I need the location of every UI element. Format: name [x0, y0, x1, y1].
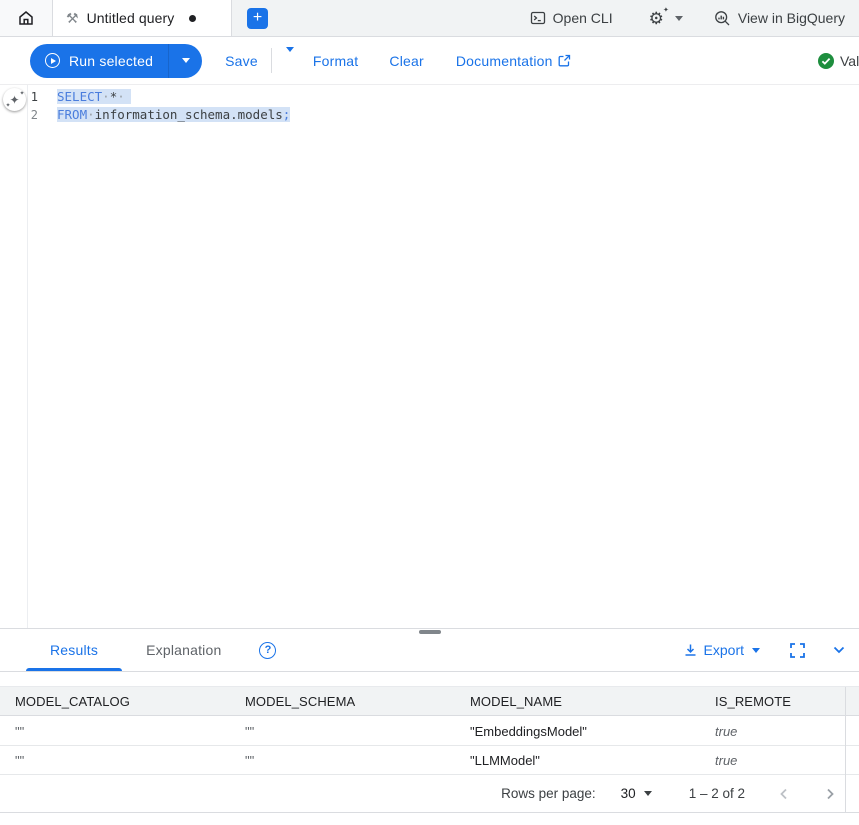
view-in-bigquery-label: View in BigQuery [738, 10, 845, 26]
sql-keyword: SELECT [57, 89, 102, 104]
collapse-panel-button[interactable] [832, 643, 846, 657]
home-button[interactable] [0, 0, 53, 36]
gear-icon: ⚙ ✦ [649, 10, 664, 27]
external-link-icon [558, 54, 571, 67]
rows-per-page-select[interactable]: 30 [621, 786, 652, 801]
code-line-2: 2 FROM·information_schema.models; [0, 106, 859, 124]
whitespace-dot: · [102, 89, 110, 104]
toolbar-divider [271, 48, 272, 73]
gutter-divider [27, 85, 28, 628]
view-in-bigquery-button[interactable]: View in BigQuery [714, 10, 845, 27]
query-valid-status: Valid [818, 37, 859, 85]
fullscreen-button[interactable] [790, 643, 805, 658]
active-tab-underline [26, 668, 122, 671]
panel-resize-handle[interactable] [419, 630, 441, 634]
code-line-1: 1 SELECT·*· [0, 88, 859, 106]
chevron-right-icon [823, 787, 837, 801]
play-icon [45, 53, 60, 68]
page-range-label: 1 – 2 of 2 [689, 786, 745, 801]
tab-bar-actions: Open CLI ⚙ ✦ View in BigQuery [530, 0, 859, 36]
tab-results-label: Results [50, 642, 98, 658]
sparkle-icon: ✦ [663, 7, 669, 14]
open-cli-button[interactable]: Open CLI [530, 10, 613, 26]
results-panel-header: Results Explanation ? Export [0, 628, 859, 672]
clear-button[interactable]: Clear [389, 53, 423, 69]
tab-explanation[interactable]: Explanation [122, 629, 245, 671]
results-tabs: Results Explanation [26, 629, 245, 671]
documentation-link[interactable]: Documentation [456, 53, 571, 69]
chevron-down-icon [675, 16, 683, 21]
query-tools-icon: ⚒ [66, 11, 79, 25]
chevron-down-icon [286, 47, 294, 69]
tab-bar: ⚒ Untitled query + Open CLI ⚙ ✦ [0, 0, 859, 37]
unsaved-dot-icon [189, 15, 196, 22]
code-area[interactable]: 1 SELECT·*· 2 FROM·information_schema.mo… [0, 88, 859, 124]
help-icon[interactable]: ? [259, 642, 276, 659]
bigquery-studio-window: ⚒ Untitled query + Open CLI ⚙ ✦ [0, 0, 859, 825]
chevron-left-icon [777, 787, 791, 801]
table-cell: true [700, 753, 859, 768]
export-label: Export [704, 642, 744, 658]
save-button[interactable]: Save [225, 53, 258, 69]
tab-untitled-query[interactable]: ⚒ Untitled query [53, 0, 232, 36]
gemini-sparkle-icon: ✦ ✦ ✦ [9, 94, 19, 106]
sql-keyword: FROM [57, 107, 87, 122]
table-row: """""EmbeddingsModel"true [0, 717, 859, 746]
tab-title: Untitled query [87, 10, 175, 26]
terminal-icon [530, 10, 546, 26]
documentation-label: Documentation [456, 53, 553, 69]
column-header-model-schema[interactable]: MODEL_SCHEMA [230, 694, 455, 709]
table-row: """""LLMModel"true [0, 746, 859, 775]
next-page-button[interactable] [823, 787, 837, 801]
column-header-model-name[interactable]: MODEL_NAME [455, 694, 700, 709]
column-header-is-remote[interactable]: IS_REMOTE [700, 694, 859, 709]
query-toolbar: Run selected Save Format Clear Documenta… [0, 37, 859, 85]
table-body: """""EmbeddingsModel"true"""""LLMModel"t… [0, 717, 859, 775]
whitespace-dot: · [87, 107, 95, 122]
sql-identifier: information_schema.models [95, 107, 283, 122]
save-options-button[interactable] [286, 52, 294, 70]
run-split-button: Run selected [30, 44, 202, 78]
settings-menu-button[interactable]: ⚙ ✦ [649, 10, 683, 27]
results-actions: Export [683, 642, 859, 658]
home-icon [17, 9, 35, 27]
check-circle-icon [818, 53, 834, 69]
table-cell: "" [0, 753, 230, 768]
table-cell: "LLMModel" [455, 753, 700, 768]
run-options-button[interactable] [169, 44, 202, 78]
format-button[interactable]: Format [313, 53, 359, 69]
run-selected-label: Run selected [69, 53, 153, 69]
chevron-down-icon [182, 58, 190, 63]
download-icon [683, 643, 698, 658]
export-button[interactable]: Export [683, 642, 760, 658]
tab-results[interactable]: Results [26, 629, 122, 671]
previous-page-button[interactable] [777, 787, 791, 801]
column-header-model-catalog[interactable]: MODEL_CATALOG [0, 694, 230, 709]
fullscreen-icon [790, 643, 805, 658]
new-tab-button[interactable]: + [247, 8, 268, 29]
ai-assist-button[interactable]: ✦ ✦ ✦ [3, 88, 26, 111]
table-header-row: MODEL_CATALOG MODEL_SCHEMA MODEL_NAME IS… [0, 686, 859, 716]
rows-per-page-value: 30 [621, 786, 636, 801]
chevron-down-icon [832, 643, 846, 657]
table-cell: "" [0, 724, 230, 739]
sql-editor[interactable]: ✦ ✦ ✦ 1 SELECT·*· 2 FROM·information_sch… [0, 85, 859, 628]
valid-label: Valid [840, 53, 859, 69]
open-cli-label: Open CLI [553, 10, 613, 26]
rows-per-page-label: Rows per page: [501, 786, 596, 801]
whitespace-dot: · [117, 89, 125, 104]
tab-explanation-label: Explanation [146, 642, 221, 658]
table-cell: true [700, 724, 859, 739]
table-cell: "" [230, 753, 455, 768]
footer-border [0, 812, 859, 813]
sql-punctuation: ; [283, 107, 291, 122]
table-cell: "EmbeddingsModel" [455, 724, 700, 739]
chevron-down-icon [644, 791, 652, 796]
table-cell: "" [230, 724, 455, 739]
chevron-down-icon [752, 648, 760, 653]
run-selected-button[interactable]: Run selected [30, 44, 168, 78]
bigquery-icon [714, 10, 731, 27]
pagination-bar: Rows per page: 30 1 – 2 of 2 [0, 775, 859, 812]
